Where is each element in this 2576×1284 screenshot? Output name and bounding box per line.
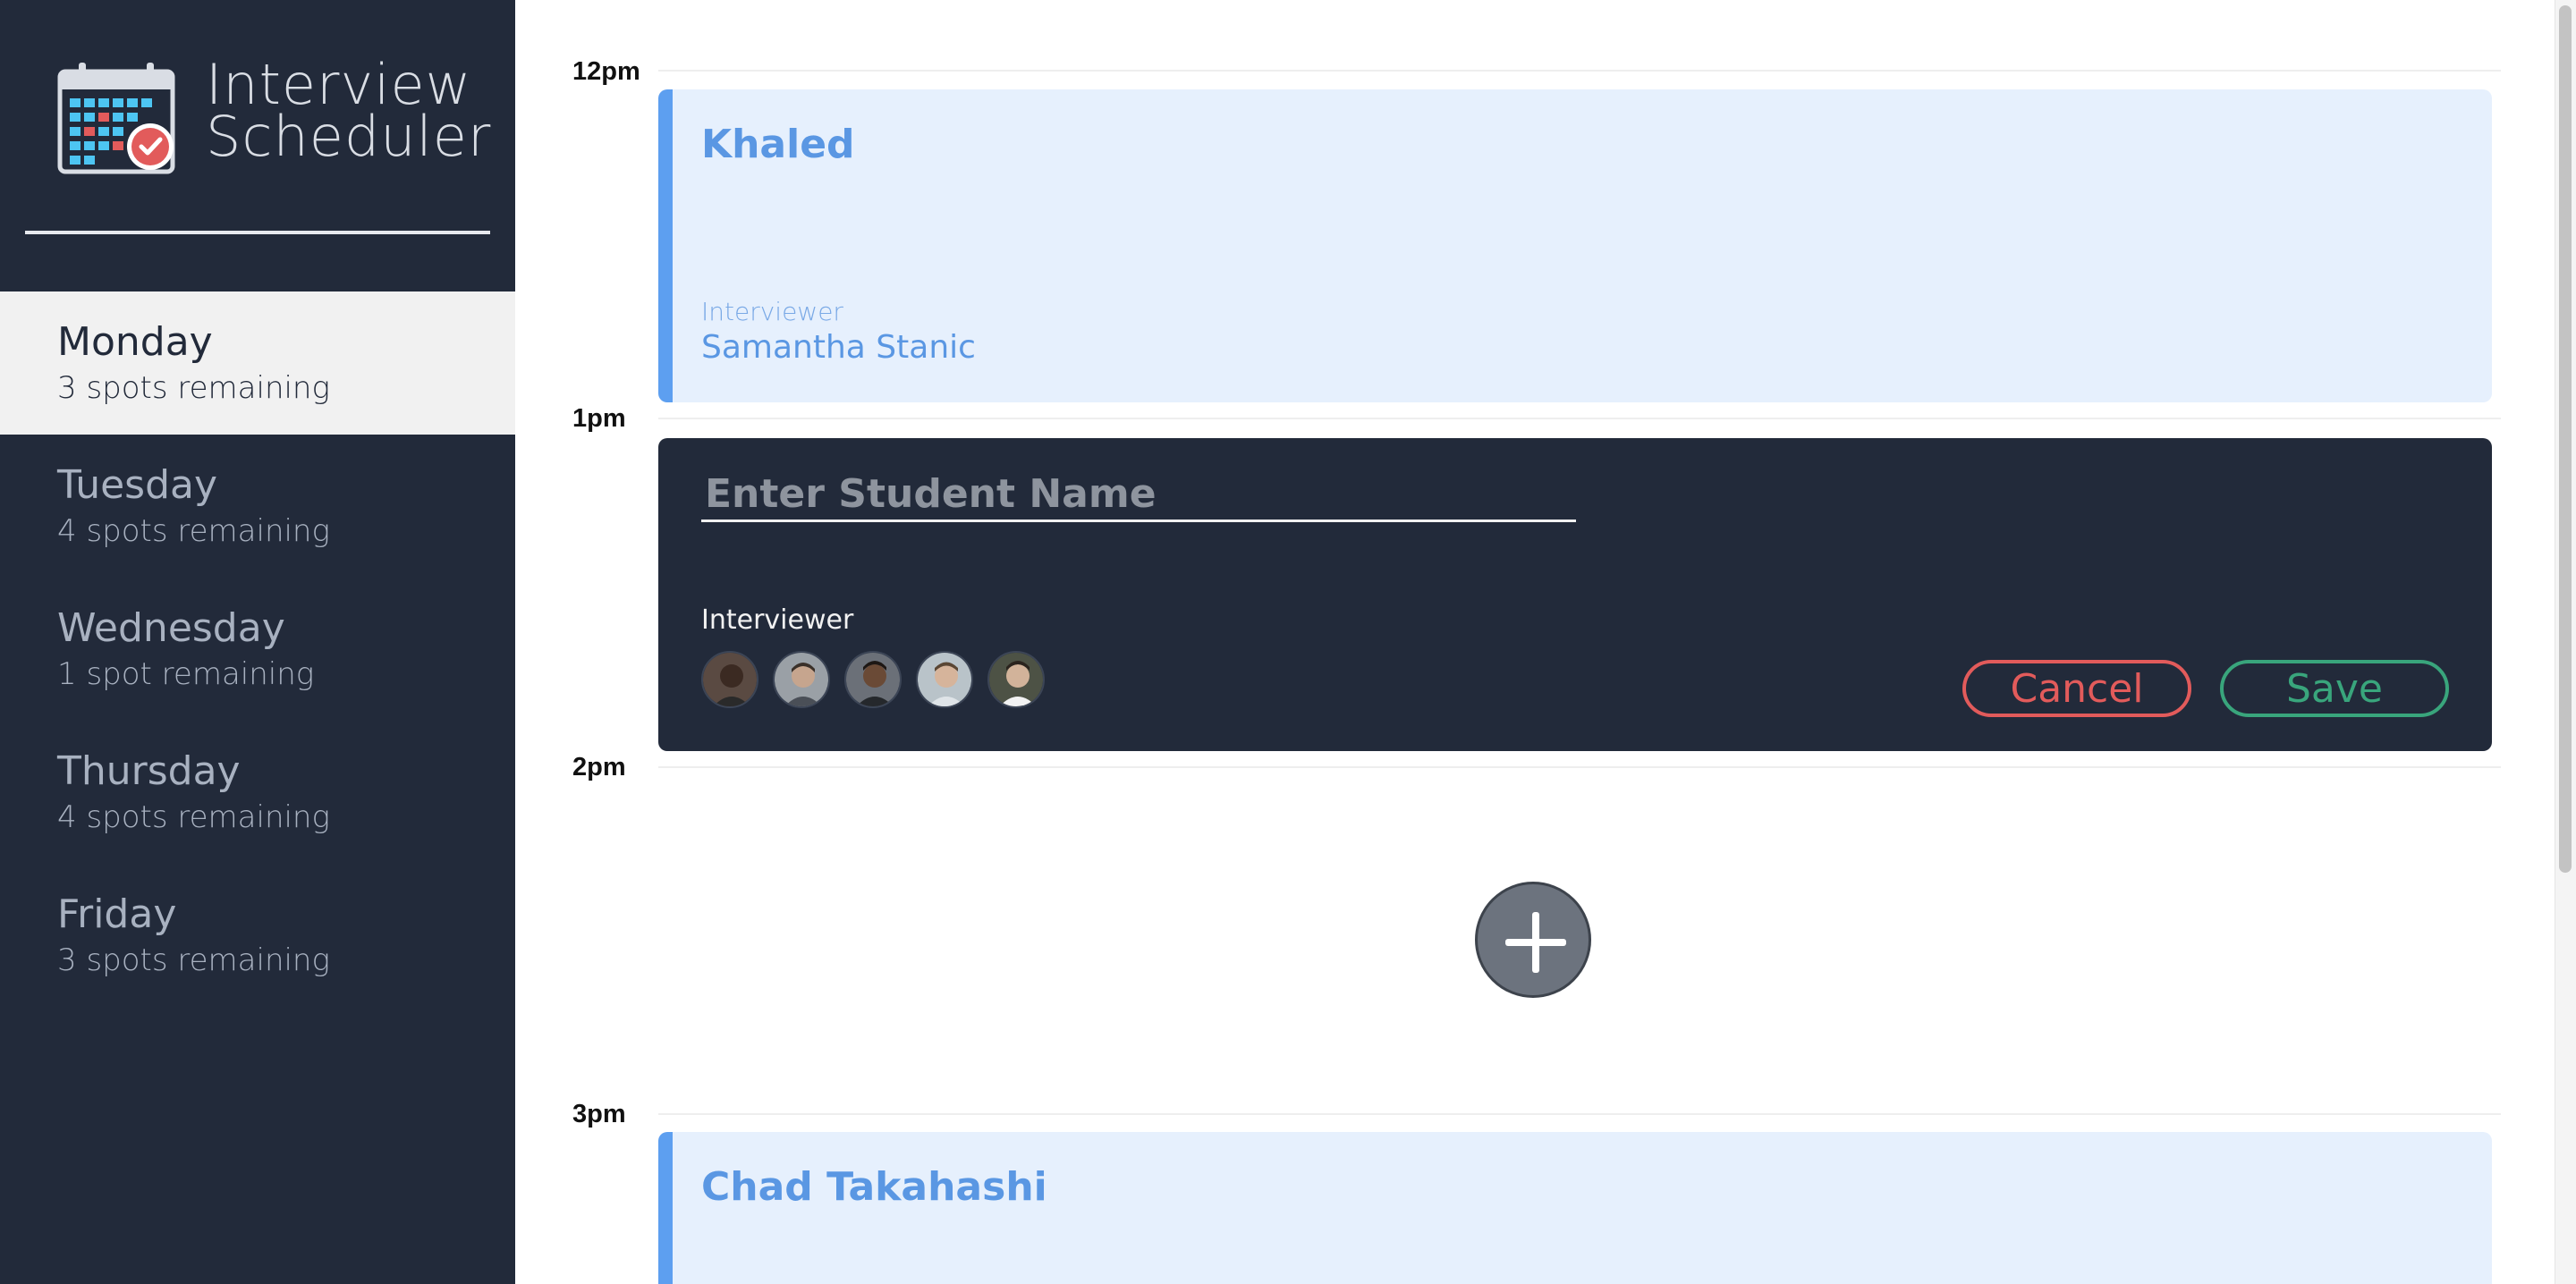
sidebar: Interview Scheduler Monday 3 spots remai…: [0, 0, 515, 1284]
interviewer-label: Interviewer: [701, 604, 854, 636]
interviewer-label: Interviewer: [701, 297, 843, 326]
appointment-card[interactable]: Chad Takahashi: [658, 1132, 2492, 1284]
day-spots: 4 spots remaining: [57, 513, 330, 549]
time-label-1pm: 1pm: [572, 404, 626, 433]
app-title: Interview Scheduler: [206, 57, 492, 169]
day-item-tuesday[interactable]: Tuesday 4 spots remaining: [0, 435, 515, 578]
day-name: Tuesday: [57, 462, 218, 508]
interviewer-list: [701, 651, 1045, 708]
time-divider: [658, 70, 2501, 72]
day-item-monday[interactable]: Monday 3 spots remaining: [0, 291, 515, 435]
day-name: Monday: [57, 319, 213, 365]
app-title-line2: Scheduler: [206, 104, 492, 169]
day-name: Friday: [57, 891, 177, 937]
appointment-form: Interviewer Cancel Save: [658, 438, 2492, 751]
scrollbar[interactable]: [2555, 0, 2576, 1284]
interviewer-avatar[interactable]: [701, 651, 758, 708]
scrollbar-thumb[interactable]: [2559, 5, 2572, 873]
interviewer-avatar[interactable]: [773, 651, 830, 708]
app-logo: Interview Scheduler: [57, 57, 490, 175]
day-name: Wednesday: [57, 605, 285, 651]
day-name: Thursday: [57, 748, 241, 794]
interviewer-avatar[interactable]: [987, 651, 1045, 708]
day-list: Monday 3 spots remaining Tuesday 4 spots…: [0, 291, 515, 1007]
day-item-wednesday[interactable]: Wednesday 1 spot remaining: [0, 578, 515, 721]
appointment-card[interactable]: Khaled Interviewer Samantha Stanic: [658, 89, 2492, 402]
schedule: 12pm Khaled Interviewer Samantha Stanic …: [515, 0, 2555, 1284]
time-divider: [658, 766, 2501, 768]
interviewer-avatar[interactable]: [844, 651, 902, 708]
add-appointment-button[interactable]: [1475, 882, 1591, 998]
interviewer-avatar[interactable]: [916, 651, 973, 708]
time-label-12pm: 12pm: [572, 57, 640, 86]
cancel-button[interactable]: Cancel: [1962, 660, 2191, 717]
day-spots: 4 spots remaining: [57, 799, 330, 835]
day-item-friday[interactable]: Friday 3 spots remaining: [0, 864, 515, 1007]
time-divider: [658, 418, 2501, 419]
day-spots: 1 spot remaining: [57, 656, 315, 692]
sidebar-divider: [25, 231, 490, 234]
day-item-thursday[interactable]: Thursday 4 spots remaining: [0, 721, 515, 864]
student-name: Khaled: [701, 122, 855, 167]
time-divider: [658, 1113, 2501, 1115]
plus-icon: [1505, 912, 1566, 973]
student-name-input[interactable]: [701, 469, 1576, 522]
student-name: Chad Takahashi: [701, 1164, 1047, 1210]
calendar-icon: [57, 63, 175, 174]
day-spots: 3 spots remaining: [57, 942, 330, 978]
time-label-2pm: 2pm: [572, 753, 626, 781]
time-label-3pm: 3pm: [572, 1100, 626, 1128]
day-spots: 3 spots remaining: [57, 370, 330, 406]
save-button[interactable]: Save: [2220, 660, 2449, 717]
interviewer-name: Samantha Stanic: [701, 329, 976, 366]
